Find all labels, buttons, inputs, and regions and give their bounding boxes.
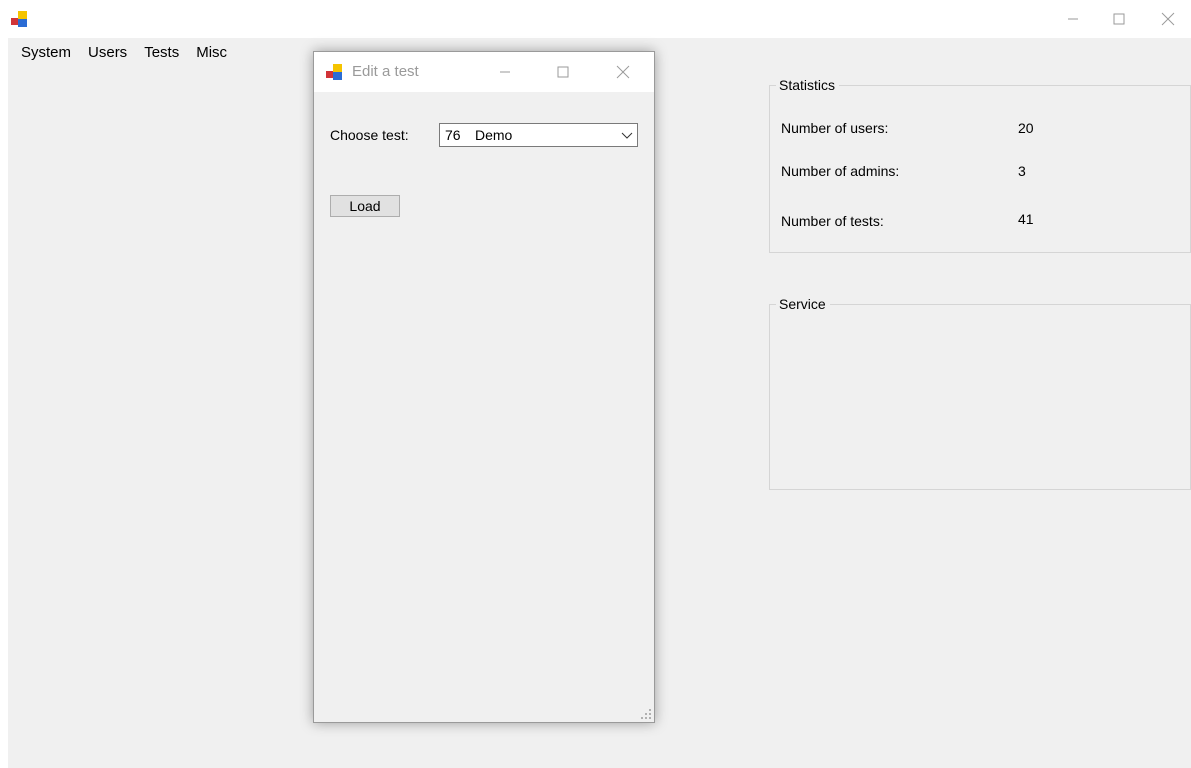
dialog-title: Edit a test	[352, 63, 419, 80]
maximize-icon	[557, 66, 569, 78]
dialog-minimize-button[interactable]	[482, 52, 528, 92]
service-title: Service	[776, 296, 830, 312]
load-button[interactable]: Load	[330, 195, 400, 217]
dialog-titlebar[interactable]: Edit a test	[314, 52, 654, 92]
choose-test-label: Choose test:	[330, 127, 409, 143]
menu-users[interactable]: Users	[79, 38, 135, 68]
users-count-value: 20	[1018, 120, 1034, 136]
statistics-group: Statistics Number of users: 20 Number of…	[769, 77, 1191, 253]
users-count-label: Number of users:	[781, 120, 889, 136]
admins-count-value: 3	[1018, 163, 1026, 179]
minimize-button[interactable]	[1050, 0, 1096, 38]
tests-count-label: Number of tests:	[781, 213, 884, 229]
menu-bar: System Users Tests Misc	[8, 38, 235, 68]
edit-test-dialog: Edit a test Choose test: 76 Demo Load	[313, 51, 655, 723]
chevron-down-icon[interactable]	[621, 129, 633, 141]
choose-test-combo[interactable]: 76 Demo	[439, 123, 638, 147]
maximize-button[interactable]	[1096, 0, 1142, 38]
close-button[interactable]	[1145, 0, 1191, 38]
resize-grip-icon[interactable]	[640, 708, 652, 720]
minimize-icon	[1068, 18, 1078, 20]
dialog-app-icon[interactable]	[326, 64, 342, 80]
minimize-icon	[500, 71, 510, 73]
tests-count-value: 41	[1018, 211, 1034, 227]
app-icon[interactable]	[11, 11, 27, 27]
dialog-close-button[interactable]	[600, 52, 646, 92]
main-titlebar[interactable]	[0, 0, 1191, 38]
close-icon	[616, 65, 630, 79]
menu-tests[interactable]: Tests	[135, 38, 187, 68]
menu-system[interactable]: System	[8, 38, 79, 68]
statistics-title: Statistics	[776, 77, 840, 93]
dialog-maximize-button[interactable]	[540, 52, 586, 92]
admins-count-label: Number of admins:	[781, 163, 900, 179]
combo-test-name: Demo	[475, 127, 513, 143]
menu-misc[interactable]: Misc	[187, 38, 235, 68]
maximize-icon	[1113, 13, 1125, 25]
close-icon	[1161, 12, 1175, 26]
service-group: Service	[769, 296, 1191, 490]
combo-test-id: 76	[445, 127, 461, 143]
